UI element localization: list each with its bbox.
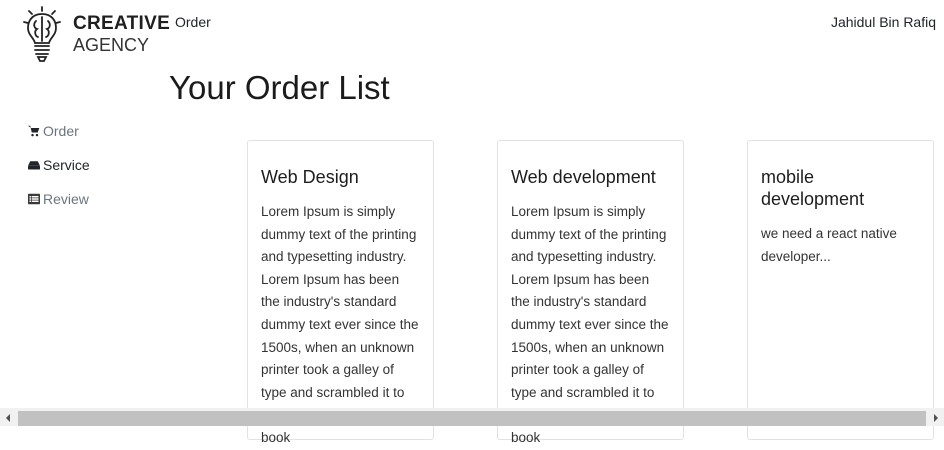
- scroll-right-arrow-icon[interactable]: [934, 414, 938, 422]
- sidebar-item-review[interactable]: Review: [28, 188, 90, 210]
- brand-logo[interactable]: CREATIVE AGENCY: [22, 6, 170, 64]
- user-name[interactable]: Jahidul Bin Rafiq: [831, 14, 936, 30]
- list-alt-icon: [28, 193, 40, 205]
- sidebar-item-label: Service: [43, 157, 90, 173]
- scrollbar-thumb[interactable]: [18, 411, 926, 426]
- sidebar-item-order[interactable]: Order: [28, 120, 90, 142]
- sidebar-item-label: Order: [43, 123, 79, 139]
- order-card[interactable]: Web development Lorem Ipsum is simply du…: [497, 140, 684, 445]
- order-card-title: mobile development: [761, 167, 865, 209]
- order-card-description: we need a react native developer...: [761, 226, 897, 264]
- header-nav-order[interactable]: Order: [175, 14, 211, 30]
- brand-name-line2: AGENCY: [73, 35, 150, 55]
- scroll-left-arrow-icon[interactable]: [6, 414, 10, 422]
- brand-name-line1: CREATIVE: [73, 13, 171, 34]
- order-card[interactable]: Web Design Lorem Ipsum is simply dummy t…: [247, 140, 434, 445]
- sidebar-item-label: Review: [43, 191, 89, 207]
- sidebar-item-service[interactable]: Service: [28, 154, 90, 176]
- hdd-icon: [28, 161, 40, 170]
- order-card[interactable]: mobile development we need a react nativ…: [747, 140, 934, 440]
- order-card-title: Web Design: [261, 167, 359, 187]
- page-title: Your Order List: [169, 69, 390, 106]
- horizontal-scrollbar[interactable]: [0, 408, 944, 426]
- sidebar-nav: Order Service Review: [28, 120, 90, 222]
- lightbulb-brain-icon: [23, 6, 61, 62]
- cart-icon: [28, 125, 40, 137]
- order-card-title: Web development: [511, 167, 656, 187]
